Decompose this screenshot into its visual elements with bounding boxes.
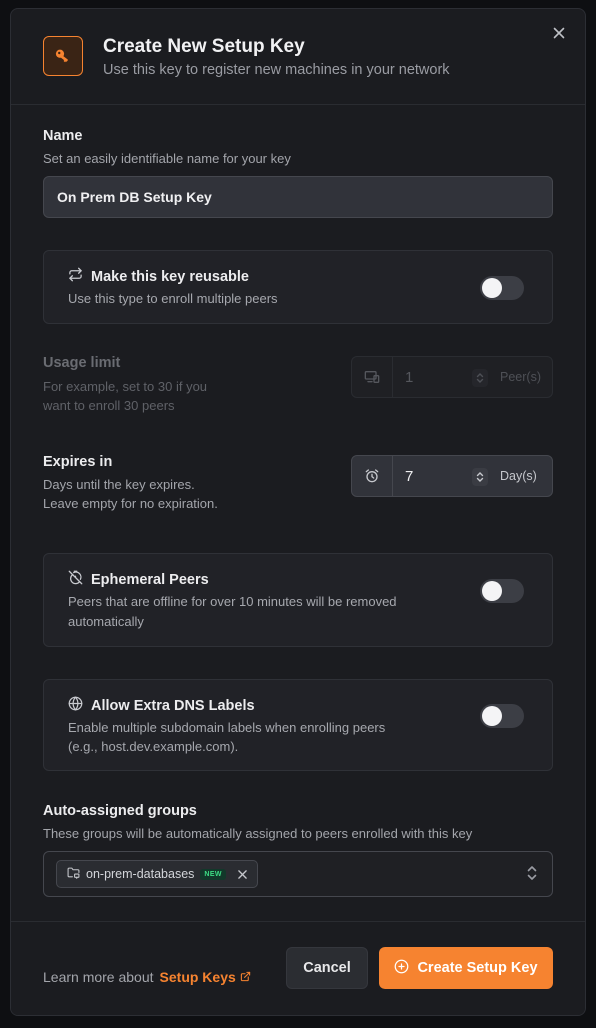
- ephemeral-toggle[interactable]: [480, 579, 524, 603]
- ephemeral-title: Ephemeral Peers: [91, 571, 209, 588]
- setup-keys-link-label: Setup Keys: [159, 969, 236, 985]
- dns-labels-toggle[interactable]: [480, 704, 524, 728]
- reusable-title-row: Make this key reusable: [68, 267, 249, 286]
- name-input[interactable]: On Prem DB Setup Key: [43, 176, 553, 218]
- group-chip-name: on-prem-databases: [86, 867, 195, 881]
- usage-limit-description-2: want to enroll 30 peers: [43, 398, 175, 413]
- external-link-icon: [240, 969, 251, 985]
- modal-subtitle: Use this key to register new machines in…: [103, 62, 450, 78]
- dns-labels-title: Allow Extra DNS Labels: [91, 697, 255, 714]
- dns-labels-description-1: Enable multiple subdomain labels when en…: [68, 720, 386, 735]
- plus-circle-icon: [394, 959, 409, 978]
- usage-limit-label: Usage limit: [43, 355, 121, 371]
- reusable-description: Use this type to enroll multiple peers: [68, 291, 278, 306]
- groups-description: These groups will be automatically assig…: [43, 826, 473, 841]
- learn-more-prefix: Learn more about: [43, 969, 154, 985]
- timer-off-icon: [68, 570, 83, 589]
- cancel-button[interactable]: Cancel: [286, 947, 368, 989]
- groups-select[interactable]: on-prem-databases NEW: [43, 851, 553, 897]
- usage-limit-stepper-icon[interactable]: [472, 369, 488, 387]
- dns-labels-card: Allow Extra DNS Labels Enable multiple s…: [43, 679, 553, 771]
- expires-label: Expires in: [43, 454, 113, 470]
- groups-label: Auto-assigned groups: [43, 803, 197, 819]
- close-icon[interactable]: [549, 23, 569, 43]
- key-icon: [43, 36, 83, 76]
- name-description: Set an easily identifiable name for your…: [43, 151, 291, 166]
- group-chip: on-prem-databases NEW: [56, 860, 258, 888]
- ephemeral-description: Peers that are offline for over 10 minut…: [68, 594, 397, 629]
- modal-header: Create New Setup Key Use this key to reg…: [11, 9, 585, 105]
- usage-limit-input[interactable]: 1 Peer(s): [351, 356, 553, 398]
- create-setup-key-modal: Create New Setup Key Use this key to reg…: [10, 8, 586, 1016]
- expires-input[interactable]: 7 Day(s): [351, 455, 553, 497]
- reusable-title: Make this key reusable: [91, 268, 249, 285]
- ephemeral-title-row: Ephemeral Peers: [68, 570, 209, 589]
- dns-labels-description-2: (e.g., host.dev.example.com).: [68, 739, 239, 754]
- usage-limit-value: 1: [405, 368, 414, 386]
- expires-unit: Day(s): [500, 469, 537, 483]
- chevrons-up-down-icon[interactable]: [526, 865, 538, 886]
- modal-footer: Learn more about Setup Keys Cancel Creat…: [11, 921, 585, 1015]
- create-setup-key-label: Create Setup Key: [417, 960, 538, 976]
- new-badge: NEW: [200, 868, 226, 880]
- usage-limit-description-1: For example, set to 30 if you: [43, 379, 208, 394]
- reusable-toggle[interactable]: [480, 276, 524, 300]
- name-label: Name: [43, 128, 83, 144]
- ephemeral-card: Ephemeral Peers Peers that are offline f…: [43, 553, 553, 647]
- expires-description-1: Days until the key expires.: [43, 477, 195, 492]
- expires-stepper-icon[interactable]: [472, 468, 488, 486]
- reusable-card: Make this key reusable Use this type to …: [43, 250, 553, 324]
- remove-chip-icon[interactable]: [238, 869, 247, 879]
- expires-value: 7: [405, 467, 414, 485]
- dns-labels-title-row: Allow Extra DNS Labels: [68, 696, 255, 715]
- usage-limit-unit: Peer(s): [500, 370, 541, 384]
- setup-keys-link[interactable]: Setup Keys: [160, 969, 251, 985]
- globe-icon: [68, 696, 83, 715]
- expires-description-2: Leave empty for no expiration.: [43, 496, 218, 511]
- alarm-clock-icon: [352, 456, 393, 496]
- create-setup-key-button[interactable]: Create Setup Key: [379, 947, 553, 989]
- devices-icon: [352, 357, 393, 397]
- repeat-icon: [68, 267, 83, 286]
- folder-network-icon: [67, 867, 80, 882]
- learn-more: Learn more about Setup Keys: [43, 969, 251, 985]
- modal-title: Create New Setup Key: [103, 36, 305, 57]
